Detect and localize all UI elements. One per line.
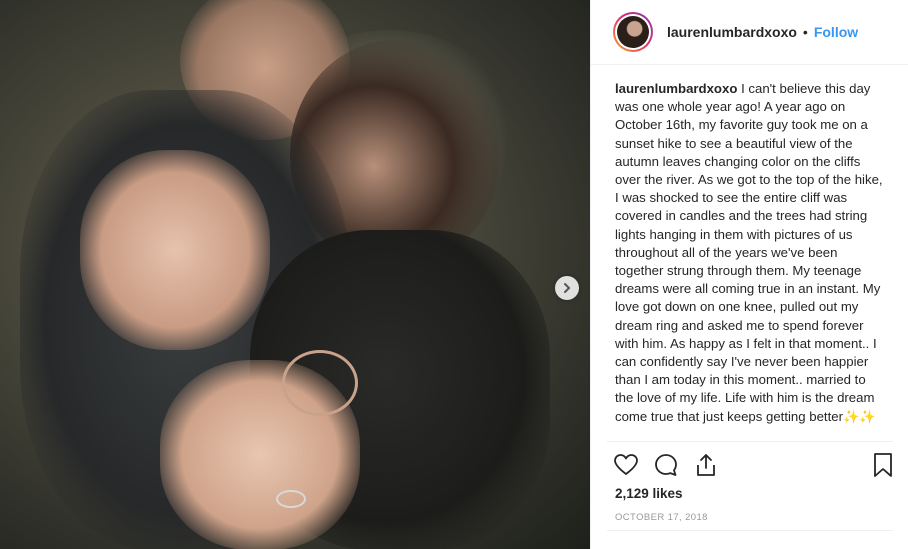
photo-ring (276, 490, 306, 508)
avatar[interactable] (613, 12, 653, 52)
likes-count[interactable]: 2,129 likes (615, 486, 683, 501)
comment-icon[interactable] (653, 452, 679, 478)
chevron-right-icon (564, 283, 571, 293)
header-separator: • (802, 24, 808, 40)
divider (607, 441, 893, 442)
heart-icon[interactable] (613, 452, 639, 478)
post-photo[interactable] (0, 0, 590, 549)
caption-username[interactable]: laurenlumbardxoxo (615, 81, 737, 96)
photo-watch (282, 350, 358, 416)
post-date[interactable]: OCTOBER 17, 2018 (615, 512, 708, 523)
post-header: laurenlumbardxoxo • Follow (591, 0, 908, 65)
caption-text: I can't believe this day was one whole y… (615, 81, 883, 424)
bookmark-icon[interactable] (871, 452, 895, 478)
follow-button[interactable]: Follow (814, 24, 858, 40)
photo-hand-pointing (80, 150, 270, 350)
share-icon[interactable] (693, 452, 719, 478)
action-bar (613, 452, 903, 480)
header-username[interactable]: laurenlumbardxoxo (667, 24, 797, 40)
next-image-button[interactable] (555, 276, 579, 300)
post-sidebar: laurenlumbardxoxo • Follow laurenlumbard… (590, 0, 908, 549)
post-caption: laurenlumbardxoxo I can't believe this d… (615, 80, 887, 426)
divider-bottom (607, 530, 893, 531)
